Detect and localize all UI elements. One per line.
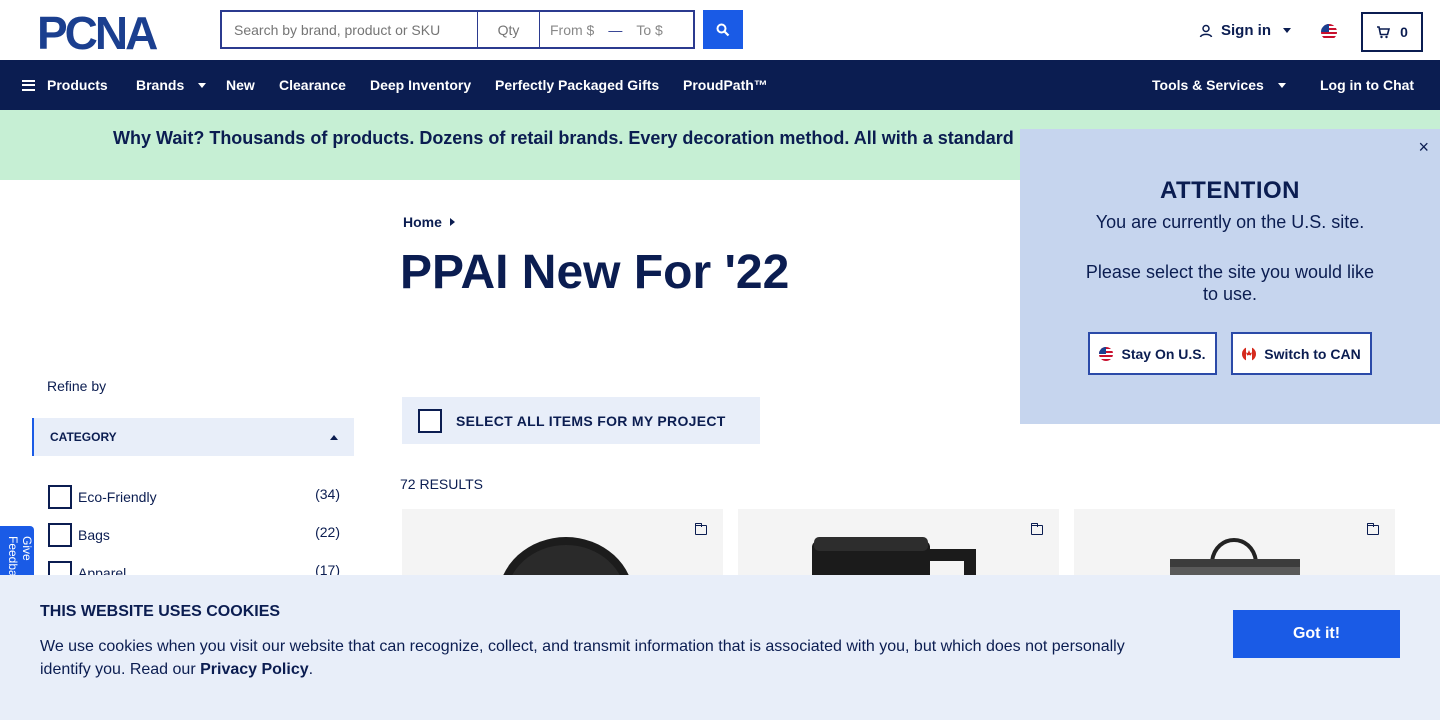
cart-icon [1377,25,1391,38]
cookie-period: . [308,661,314,678]
nav-tools-services[interactable]: Tools & Services [1152,60,1286,110]
select-all-checkbox[interactable] [418,408,442,433]
menu-icon [22,79,35,91]
chevron-down-icon [198,82,207,88]
sign-in-menu[interactable]: Sign in [1199,22,1291,39]
cart-count: 0 [1400,24,1408,40]
breadcrumb-home[interactable]: Home [403,214,442,230]
nav-clearance-label[interactable]: Clearance [279,77,346,93]
category-checkbox[interactable] [48,485,72,509]
search-icon [716,23,730,36]
sign-in-label[interactable]: Sign in [1221,22,1271,39]
site-header: PCNA From $ — To $ Sign in [0,0,1440,60]
site-selection-modal: × ATTENTION You are currently on the U.S… [1020,129,1440,424]
nav-login-chat[interactable]: Log in to Chat [1320,60,1414,110]
nav-gifts-label[interactable]: Perfectly Packaged Gifts [495,77,659,93]
cart-button[interactable]: 0 [1361,12,1423,52]
nav-products-label[interactable]: Products [47,77,108,93]
nav-deep-inventory[interactable]: Deep Inventory [370,60,471,110]
nav-brands-label[interactable]: Brands [136,77,184,93]
category-option-count: (34) [315,486,340,502]
results-count: 72 RESULTS [400,476,483,492]
search-bar: From $ — To $ [220,10,695,49]
main-nav: Products Brands New Clearance Deep Inven… [0,60,1440,110]
nav-proudpath[interactable]: ProudPath™ [683,60,768,110]
pcna-logo[interactable]: PCNA [37,12,187,52]
select-all-items[interactable]: SELECT ALL ITEMS FOR MY PROJECT [402,397,760,444]
cookie-banner: THIS WEBSITE USES COOKIES We use cookies… [0,575,1440,720]
nav-new[interactable]: New [226,60,255,110]
chevron-down-icon [1277,82,1286,88]
search-button[interactable] [703,10,743,49]
chevron-down-icon [1283,28,1291,33]
cookie-accept-button[interactable]: Got it! [1233,610,1400,658]
logo-text: PCNA [37,12,157,52]
stay-on-us-label: Stay On U.S. [1121,345,1206,362]
cookie-message: We use cookies when you visit our websit… [40,635,1150,681]
nav-deep-inventory-label[interactable]: Deep Inventory [370,77,471,93]
category-filter-header[interactable]: CATEGORY [32,418,354,456]
attention-title: ATTENTION [1159,177,1301,204]
category-option[interactable]: Eco-Friendly (34) [48,483,340,509]
category-label: CATEGORY [50,430,117,444]
search-input[interactable] [220,10,478,49]
category-checkbox[interactable] [48,523,72,547]
attention-message: You are currently on the U.S. site. [1095,212,1365,232]
chevron-up-icon [330,434,338,440]
nav-new-label[interactable]: New [226,77,255,93]
category-option[interactable]: Bags (22) [48,521,340,547]
nav-brands[interactable]: Brands [136,60,207,110]
nav-products[interactable]: Products [22,60,108,110]
user-icon [1199,24,1213,37]
privacy-policy-link[interactable]: Privacy Policy [200,661,309,678]
nav-chat-label[interactable]: Log in to Chat [1320,77,1414,93]
nav-clearance[interactable]: Clearance [279,60,346,110]
nav-proudpath-label[interactable]: ProudPath™ [683,77,768,93]
qty-input[interactable] [478,10,540,49]
refine-by-label: Refine by [47,378,107,394]
canada-flag-icon [1242,346,1257,361]
price-range[interactable]: From $ — To $ [540,10,695,49]
price-dash-icon: — [608,21,623,38]
chevron-right-icon [449,218,455,226]
attention-instruction: Please select the site you would like to… [1085,262,1375,304]
category-option-label: Eco-Friendly [78,489,157,505]
breadcrumb: Home [403,214,455,230]
category-option-label: Bags [78,527,110,543]
us-flag-icon[interactable] [1321,24,1337,40]
cookie-title: THIS WEBSITE USES COOKIES [40,603,281,620]
us-flag-icon [1099,346,1114,361]
page-title: PPAI New For '22 [400,246,790,299]
nav-tools-label[interactable]: Tools & Services [1152,77,1264,93]
close-icon[interactable]: × [1418,137,1429,158]
switch-to-can-button[interactable]: Switch to CAN [1231,332,1372,375]
category-option-count: (22) [315,524,340,540]
price-from-field[interactable]: From $ [550,22,594,38]
select-all-label: SELECT ALL ITEMS FOR MY PROJECT [456,412,726,429]
stay-on-us-button[interactable]: Stay On U.S. [1088,332,1217,375]
price-to-field[interactable]: To $ [636,22,662,38]
switch-to-can-label: Switch to CAN [1264,345,1361,362]
nav-gifts[interactable]: Perfectly Packaged Gifts [495,60,659,110]
promo-text: Why Wait? Thousands of products. Dozens … [113,128,1014,148]
